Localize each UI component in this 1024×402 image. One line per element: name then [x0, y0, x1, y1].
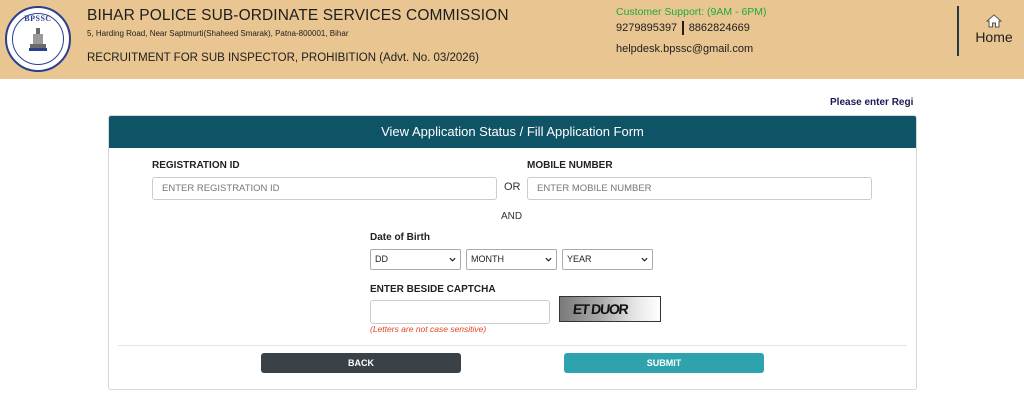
home-icon [986, 14, 1002, 28]
dob-day-select[interactable]: DD [370, 249, 461, 270]
registration-id-label: REGISTRATION ID [152, 160, 240, 171]
captcha-label: ENTER BESIDE CAPTCHA [370, 284, 496, 295]
dob-month-select[interactable]: MONTH [466, 249, 557, 270]
mobile-number-input[interactable] [527, 177, 872, 200]
home-link[interactable]: Home [970, 14, 1018, 45]
form-heading: View Application Status / Fill Applicati… [109, 116, 916, 148]
captcha-image: ET DUOR [559, 296, 661, 322]
support-email: helpdesk.bpssc@gmail.com [616, 43, 754, 55]
captcha-input[interactable] [370, 300, 550, 324]
dob-month-value: MONTH [471, 254, 504, 264]
dob-day-value: DD [375, 254, 388, 264]
back-button[interactable]: BACK [261, 353, 461, 373]
home-label: Home [975, 29, 1013, 45]
header-divider [957, 6, 959, 56]
chevron-down-icon [641, 257, 648, 262]
support-phone-2: 8862824669 [688, 22, 750, 34]
submit-button[interactable]: SUBMIT [564, 353, 764, 373]
org-title: BIHAR POLICE SUB-ORDINATE SERVICES COMMI… [87, 7, 509, 24]
chevron-down-icon [545, 257, 552, 262]
dob-year-value: YEAR [567, 254, 592, 264]
registration-id-input[interactable] [152, 177, 497, 200]
customer-support-label: Customer Support: (9AM - 6PM) [616, 6, 767, 18]
captcha-hint: (Letters are not case sensitive) [370, 324, 487, 334]
form-divider [118, 345, 907, 346]
captcha-text: ET DUOR [572, 301, 629, 317]
emblem-icon [29, 28, 47, 51]
bpssc-logo: BPSSC [5, 6, 71, 72]
phone-separator [682, 21, 684, 35]
scrolling-notice: Please enter Regi [830, 97, 914, 108]
or-text: OR [504, 181, 521, 193]
logo-text: BPSSC [24, 14, 52, 23]
org-address: 5, Harding Road, Near Saptmurti(Shaheed … [87, 29, 349, 38]
and-text: AND [501, 211, 523, 222]
support-phones: 9279895397 8862824669 [616, 21, 750, 35]
support-phone-1: 9279895397 [616, 22, 678, 34]
recruitment-title: RECRUITMENT FOR SUB INSPECTOR, PROHIBITI… [87, 52, 479, 64]
mobile-number-label: MOBILE NUMBER [527, 160, 613, 171]
site-header: BPSSC BIHAR POLICE SUB-ORDINATE SERVICES… [0, 0, 1024, 79]
chevron-down-icon [449, 257, 456, 262]
dob-year-select[interactable]: YEAR [562, 249, 653, 270]
dob-label: Date of Birth [370, 232, 430, 243]
